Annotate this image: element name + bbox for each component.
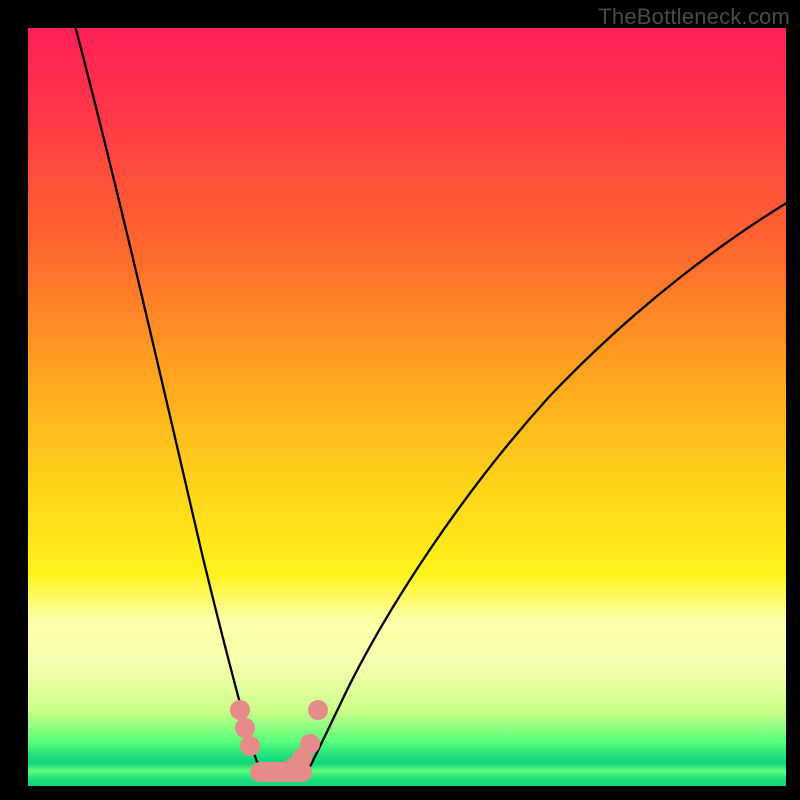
plot-area <box>28 28 786 786</box>
curve-layer <box>28 28 786 786</box>
chart-frame: TheBottleneck.com <box>0 0 800 800</box>
valley-markers <box>230 700 328 782</box>
right-curve <box>303 196 786 780</box>
watermark-text: TheBottleneck.com <box>598 4 790 30</box>
left-curve <box>73 28 264 780</box>
